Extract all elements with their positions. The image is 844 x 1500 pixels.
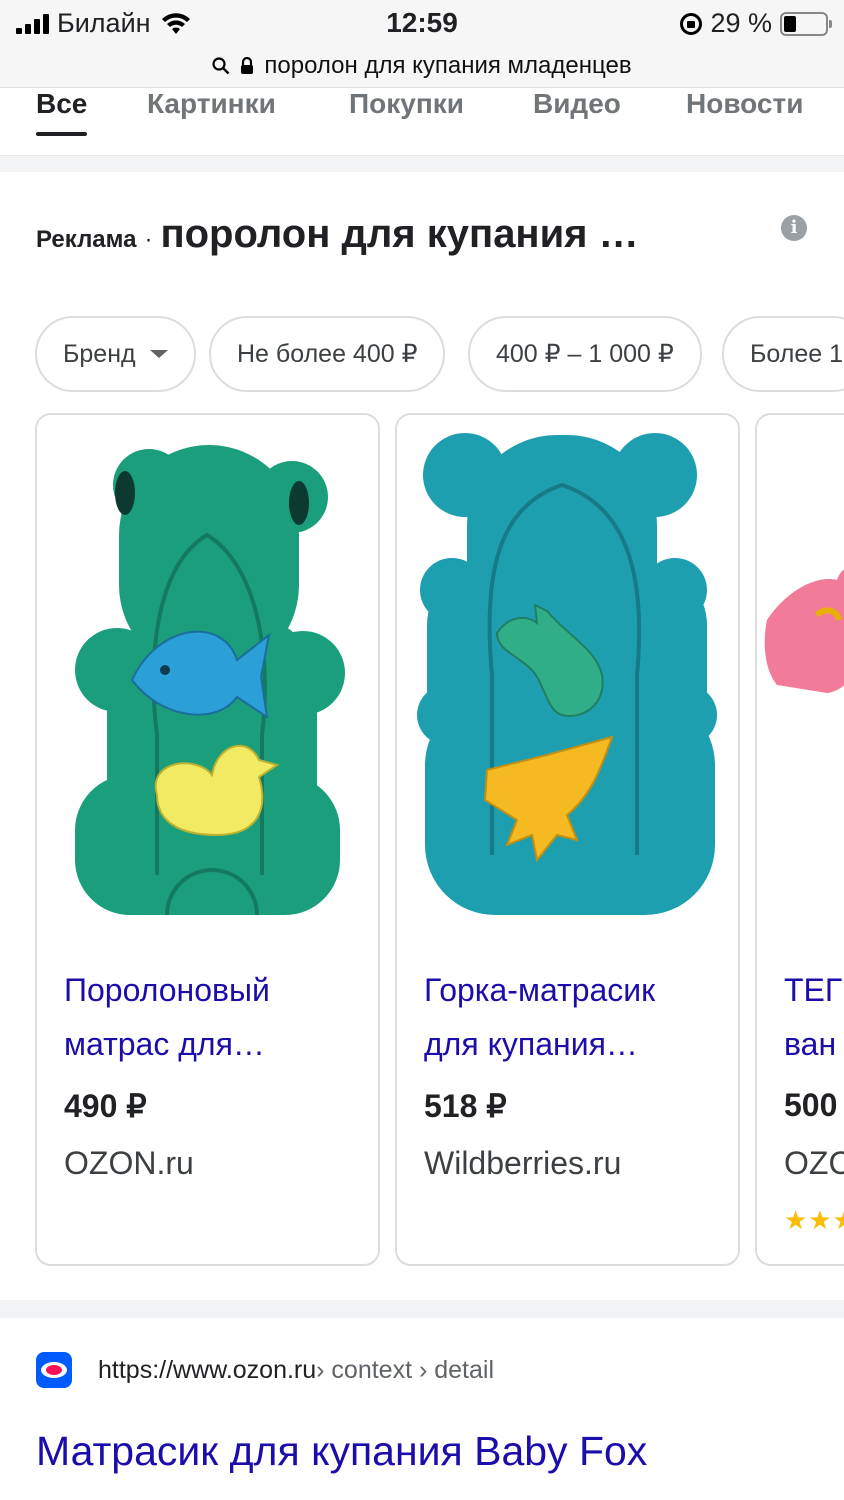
battery-icon [780, 11, 832, 36]
result-path: › context › detail [316, 1355, 495, 1384]
product-carousel: Поролоновый матрас для… 490 ₽ OZON.ru Го… [0, 413, 844, 1268]
divider [0, 1300, 844, 1318]
search-tabs: Все Картинки Покупки Видео Новости [0, 88, 844, 156]
status-bar: Билайн 12:59 29 % [0, 0, 844, 44]
battery-percent: 29 % [710, 8, 772, 38]
product-image-teal-sponge [397, 415, 738, 935]
tab-news[interactable]: Новости [686, 88, 803, 136]
tab-images[interactable]: Картинки [147, 88, 276, 136]
ad-separator: · [144, 226, 153, 253]
product-title-line: Горка-матрасик [424, 972, 656, 1008]
caret-down-icon [149, 350, 168, 358]
product-title-line: ТЕГ [784, 972, 843, 1008]
product-store: OZON.ru [64, 1145, 194, 1181]
product-title[interactable]: ТЕГ ван [784, 963, 844, 1071]
product-price: 490 ₽ [64, 1088, 147, 1124]
info-icon[interactable]: i [781, 215, 807, 241]
product-title[interactable]: Горка-матрасик для купания… [424, 963, 724, 1071]
chip-label: 400 ₽ – 1 000 ₽ [496, 340, 674, 368]
ad-header: Реклама · поролон для купания … [36, 212, 639, 257]
product-image-pink-sponge [757, 415, 844, 935]
product-price: 500 [784, 1087, 838, 1123]
product-title-line: Поролоновый [64, 972, 270, 1008]
product-store: Wildberries.ru [424, 1145, 622, 1181]
chip-label: Более 1 [750, 339, 844, 368]
ozon-favicon-icon [36, 1352, 72, 1388]
rating-stars-icon: ★★★ [784, 1205, 844, 1235]
result-url: https://www.ozon.ru [98, 1355, 317, 1384]
chip-label: Бренд [63, 339, 136, 368]
chip-label: Не более 400 ₽ [237, 340, 418, 368]
result-citation[interactable]: https://www.ozon.ru › context › detail [36, 1352, 494, 1388]
product-title-line: ван [784, 1026, 837, 1062]
chip-over-1000[interactable]: Более 1 [722, 316, 844, 392]
chip-400-1000[interactable]: 400 ₽ – 1 000 ₽ [468, 316, 702, 392]
ad-label: Реклама [36, 226, 137, 253]
result-title-link[interactable]: Матрасик для купания Baby Fox [36, 1428, 647, 1475]
tab-video[interactable]: Видео [533, 88, 621, 136]
product-image-green-sponge [37, 415, 378, 935]
divider [0, 156, 844, 172]
product-card[interactable]: Горка-матрасик для купания… 518 ₽ Wildbe… [395, 413, 740, 1266]
ad-query: поролон для купания … [160, 212, 639, 256]
status-right: 29 % [680, 8, 832, 39]
search-icon [212, 56, 230, 75]
address-bar[interactable]: поролон для купания младенцев [0, 44, 844, 88]
chip-brand[interactable]: Бренд [35, 316, 196, 392]
lock-icon [240, 56, 254, 75]
rotation-lock-icon [680, 12, 703, 35]
product-title-line: матрас для… [64, 1026, 265, 1062]
chip-under-400[interactable]: Не более 400 ₽ [209, 316, 446, 392]
url-text: поролон для купания младенцев [264, 51, 632, 79]
product-card[interactable]: ТЕГ ван 500 OZC ★★★ [755, 413, 844, 1266]
product-price: 518 ₽ [424, 1088, 507, 1124]
product-title-line: для купания… [424, 1026, 638, 1062]
product-title[interactable]: Поролоновый матрас для… [64, 963, 364, 1071]
filter-chips: Бренд Не более 400 ₽ 400 ₽ – 1 000 ₽ Бол… [0, 316, 844, 392]
tab-shopping[interactable]: Покупки [349, 88, 464, 136]
product-store: OZC [784, 1145, 844, 1181]
product-card[interactable]: Поролоновый матрас для… 490 ₽ OZON.ru [35, 413, 380, 1266]
tab-all[interactable]: Все [36, 88, 88, 136]
